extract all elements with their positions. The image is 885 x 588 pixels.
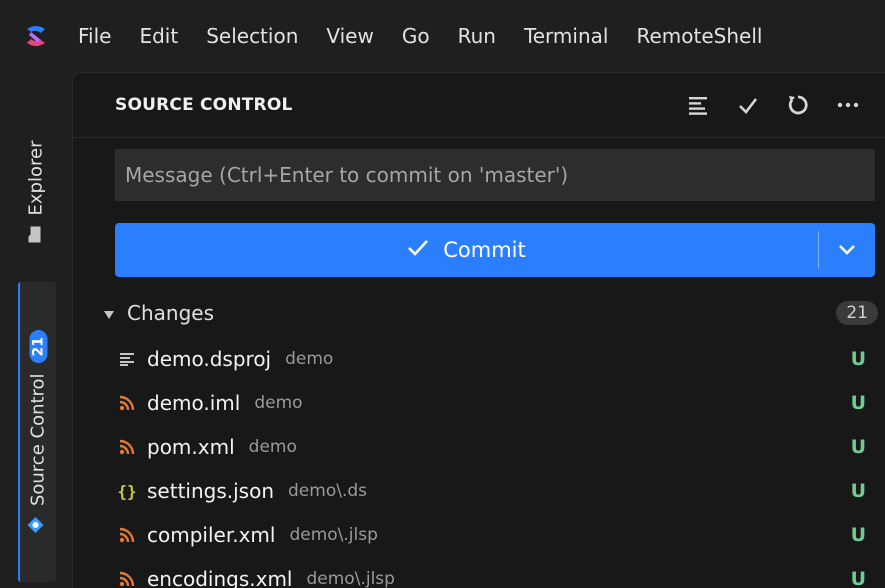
file-name: demo.dsproj xyxy=(147,347,272,371)
file-row-left: encodings.xml demo\.jlsp xyxy=(117,567,395,588)
json-braces-icon: {} xyxy=(117,481,137,501)
rss-icon xyxy=(117,525,137,545)
menu-go[interactable]: Go xyxy=(388,0,444,72)
file-row[interactable]: demo.iml demo U xyxy=(73,381,885,425)
file-path: demo xyxy=(248,437,297,457)
file-name: encodings.xml xyxy=(147,567,293,588)
activity-tab-source-control[interactable]: Source Control 21 xyxy=(18,282,56,582)
file-row[interactable]: {} settings.json demo\.ds U xyxy=(73,469,885,513)
panel-actions xyxy=(684,91,862,119)
file-row[interactable]: encodings.xml demo\.jlsp U xyxy=(73,557,885,588)
file-path: demo\.jlsp xyxy=(306,569,395,588)
menu-file[interactable]: File xyxy=(72,0,125,72)
file-row-left: pom.xml demo xyxy=(117,435,297,459)
file-name: settings.json xyxy=(147,479,275,503)
menu-edit[interactable]: Edit xyxy=(125,0,192,72)
file-status: U xyxy=(850,348,866,370)
activity-tab-explorer[interactable]: Explorer xyxy=(18,102,54,282)
changes-file-list: demo.dsproj demo U demo.iml demo U pom.x… xyxy=(73,337,885,588)
source-control-icon xyxy=(27,516,50,534)
file-path: demo xyxy=(254,393,303,413)
changes-count-badge: 21 xyxy=(836,301,878,325)
file-name: compiler.xml xyxy=(147,523,276,547)
chevron-down-icon xyxy=(838,241,856,260)
view-as-list-icon[interactable] xyxy=(684,91,712,119)
rss-icon xyxy=(117,437,137,457)
source-control-panel: SOURCE CONTROL Message (Ctrl+Enter to co… xyxy=(72,72,885,588)
file-path: demo\.ds xyxy=(288,481,368,501)
menu-selection[interactable]: Selection xyxy=(192,0,312,72)
file-name: pom.xml xyxy=(147,435,235,459)
source-control-badge: 21 xyxy=(29,329,47,364)
changes-header-left: Changes xyxy=(103,301,214,325)
folder-icon xyxy=(26,225,47,243)
panel-header: SOURCE CONTROL xyxy=(73,73,885,138)
file-row-left: compiler.xml demo\.jlsp xyxy=(117,523,378,547)
commit-button-label: Commit xyxy=(443,238,526,262)
refresh-icon[interactable] xyxy=(784,91,812,119)
ide-window: File Edit Selection View Go Run Terminal… xyxy=(0,0,885,588)
rss-icon xyxy=(117,569,137,588)
menu-remoteshell[interactable]: RemoteShell xyxy=(622,0,776,72)
file-row-left: demo.iml demo xyxy=(117,391,303,415)
app-logo-icon xyxy=(0,0,72,72)
rss-icon xyxy=(117,393,137,413)
commit-message-input[interactable] xyxy=(115,149,875,201)
menu-bar: File Edit Selection View Go Run Terminal… xyxy=(0,0,885,72)
explorer-label: Explorer xyxy=(25,140,47,216)
commit-button-main[interactable]: Commit xyxy=(115,223,818,277)
file-row[interactable]: compiler.xml demo\.jlsp U xyxy=(73,513,885,557)
changes-label: Changes xyxy=(127,301,214,325)
source-control-tab-content: Source Control 21 xyxy=(27,329,50,534)
file-path: demo\.jlsp xyxy=(289,525,378,545)
explorer-tab-content: Explorer xyxy=(26,141,47,244)
file-row[interactable]: pom.xml demo U xyxy=(73,425,885,469)
commit-check-icon[interactable] xyxy=(734,91,762,119)
file-status: U xyxy=(850,524,866,546)
check-icon xyxy=(407,238,429,263)
changes-section-header[interactable]: Changes 21 xyxy=(103,295,878,331)
file-row-left: {} settings.json demo\.ds xyxy=(117,479,367,503)
file-status: U xyxy=(850,392,866,414)
file-status: U xyxy=(850,568,866,588)
menu-view[interactable]: View xyxy=(312,0,387,72)
file-status: U xyxy=(850,480,866,502)
commit-button[interactable]: Commit xyxy=(115,223,875,277)
lines-icon xyxy=(117,349,137,369)
activity-bar: Explorer Source Control 21 xyxy=(0,72,72,588)
commit-options-dropdown[interactable] xyxy=(819,223,875,277)
triangle-down-icon xyxy=(103,301,115,325)
file-row[interactable]: demo.dsproj demo U xyxy=(73,337,885,381)
file-status: U xyxy=(850,436,866,458)
menu-run[interactable]: Run xyxy=(444,0,510,72)
source-control-label: Source Control xyxy=(27,373,49,507)
panel-title: SOURCE CONTROL xyxy=(115,95,293,115)
more-actions-icon[interactable] xyxy=(834,91,862,119)
file-name: demo.iml xyxy=(147,391,241,415)
file-row-left: demo.dsproj demo xyxy=(117,347,333,371)
menu-terminal[interactable]: Terminal xyxy=(510,0,623,72)
file-path: demo xyxy=(285,349,334,369)
